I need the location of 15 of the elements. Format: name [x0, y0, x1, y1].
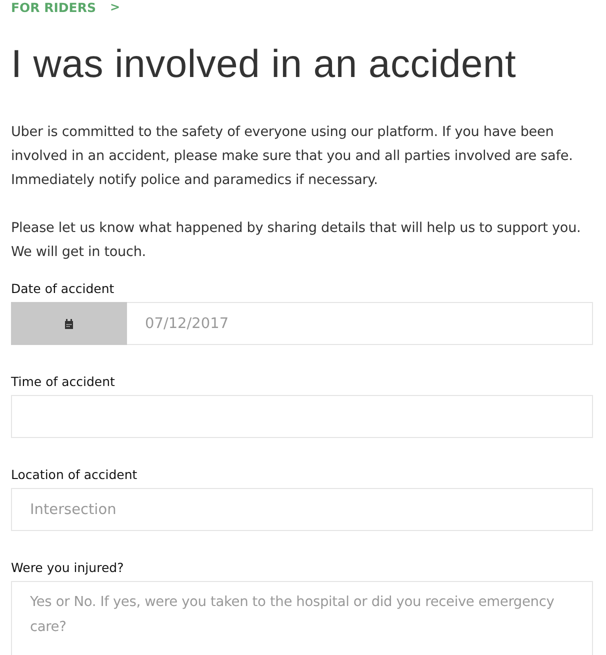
breadcrumb-link[interactable]: FOR RIDERS: [11, 0, 96, 14]
calendar-button[interactable]: [11, 302, 127, 345]
intro-paragraph: Please let us know what happened by sharing details that will help us to support you. We will get in touch.: [11, 219, 582, 262]
page-title: I was involved in an accident: [11, 42, 518, 88]
input-field[interactable]: [11, 395, 593, 438]
field-label: Time of accident: [11, 373, 116, 391]
field-label: Location of accident: [11, 466, 138, 484]
chevron-icon: >: [110, 0, 120, 14]
input-field[interactable]: Intersection: [11, 488, 593, 531]
date-field[interactable]: 07/12/2017: [127, 302, 593, 345]
text-area[interactable]: Yes or No. If yes, were you taken to the hospital or did you receive emergency care?: [11, 581, 593, 655]
calendar-icon: [64, 318, 74, 328]
field-label: Date of accident: [11, 280, 116, 298]
intro-paragraph: Uber is committed to the safety of everyone using our platform. If you have been involved in an accident, please make sure that you and all parties involved are safe. Immediately notify police and paramedics if necessary.: [11, 123, 574, 190]
field-label: Were you injured?: [11, 559, 125, 577]
